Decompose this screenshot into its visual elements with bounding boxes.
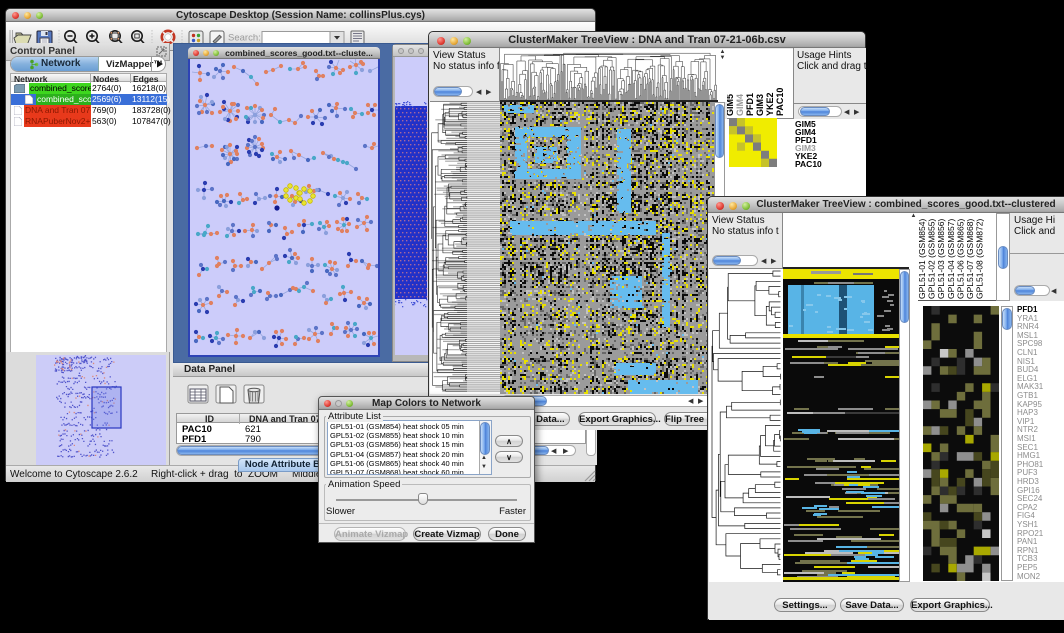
svg-text:GPL51-03 (GSM856): GPL51-03 (GSM856) — [936, 219, 946, 299]
svg-text:GPL51-02 (GSM855): GPL51-02 (GSM855) — [927, 219, 937, 299]
svg-text:GIM3: GIM3 — [755, 94, 765, 116]
svg-text:PAC10: PAC10 — [775, 88, 785, 116]
svg-text:GIM5: GIM5 — [727, 94, 735, 116]
svg-text:GPL51-06 (GSM865): GPL51-06 (GSM865) — [955, 219, 965, 299]
svg-text:PFD1: PFD1 — [745, 93, 755, 116]
svg-text:GPL51-08 (GSM872): GPL51-08 (GSM872) — [975, 219, 985, 299]
svg-text:GPL51-07 (GSM868): GPL51-07 (GSM868) — [965, 219, 975, 299]
svg-text:GPL51-04 (GSM857): GPL51-04 (GSM857) — [946, 219, 956, 299]
svg-text:YKE2: YKE2 — [765, 92, 775, 116]
svg-text:GIM4: GIM4 — [735, 94, 745, 116]
